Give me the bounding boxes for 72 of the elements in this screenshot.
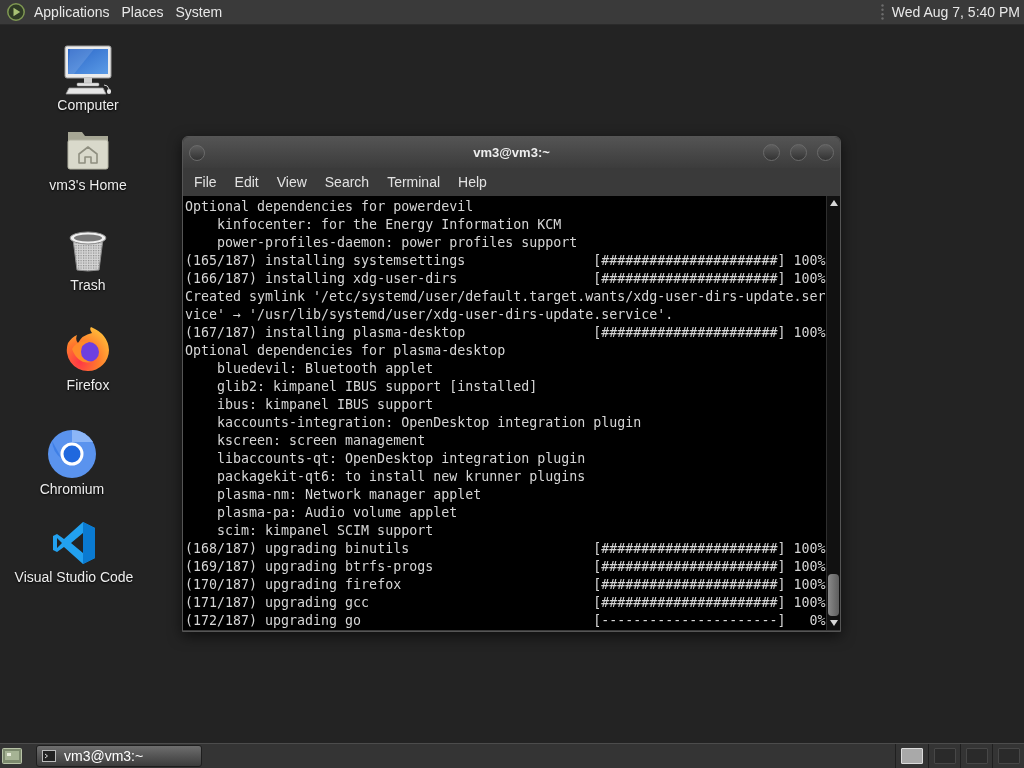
menu-item[interactable]: Search	[315, 170, 379, 194]
hash-marks-text: [######################]	[593, 541, 786, 556]
scrollbar-thumb[interactable]	[828, 574, 839, 616]
package-step-text: (165/187) installing systemsettings	[185, 253, 466, 268]
desktop-icon-label[interactable]: Visual Studio Code	[14, 568, 134, 586]
play-logo-icon[interactable]	[7, 3, 25, 21]
drag-handle-icon[interactable]	[880, 4, 884, 20]
clock-text[interactable]: Wed Aug 7, 5:40 PM	[891, 1, 1020, 23]
window-title: vm3@vm3:~	[473, 143, 550, 162]
menu-item[interactable]: Edit	[225, 170, 268, 194]
terminal-line: Optional dependencies for powerdevil	[185, 199, 474, 214]
terminal-line: Created symlink '/etc/systemd/user/default.target.wants/xdg-user-dirs-update.ser	[185, 289, 826, 304]
terminal-line: libaccounts-qt: OpenDesktop integration plugin	[217, 451, 586, 466]
package-step-text: (167/187) installing plasma-desktop	[185, 325, 466, 340]
package-step-text: (172/187) upgrading go	[185, 613, 362, 628]
hash-marks-text: [######################]	[593, 559, 786, 574]
menu-item[interactable]: View	[267, 170, 316, 194]
desktop-icon-label[interactable]: Trash	[70, 276, 106, 294]
menu-item[interactable]: Help	[449, 170, 496, 194]
percent-text: 100%	[793, 325, 826, 340]
hash-marks-text: [######################]	[593, 577, 786, 592]
percent-text: 0%	[809, 613, 826, 628]
percent-text: 100%	[793, 595, 826, 610]
package-step-text: (168/187) upgrading binutils	[185, 541, 410, 556]
percent-text: 100%	[793, 577, 826, 592]
terminal-icon	[42, 750, 56, 762]
desktop-icon-label[interactable]: Computer	[57, 96, 119, 114]
percent-text: 100%	[793, 271, 826, 286]
panel-menu[interactable]: Places	[115, 0, 170, 25]
desktop-icon-label[interactable]: Chromium	[39, 480, 105, 498]
desktop-icon-label[interactable]: Firefox	[66, 376, 110, 394]
desktop-icon[interactable]	[2, 747, 22, 765]
ring-logo-icon[interactable]	[48, 430, 96, 478]
hash-marks-text: [######################]	[593, 271, 786, 286]
hash-marks-text: [----------------------]	[593, 613, 786, 628]
up-arrow-icon[interactable]	[829, 200, 838, 206]
terminal-line: glib2: kimpanel IBUS support [installed]	[217, 379, 538, 394]
scrollbar[interactable]	[826, 196, 840, 630]
ribbon-logo-icon[interactable]	[52, 521, 96, 565]
terminal-line: plasma-pa: Audio volume applet	[217, 505, 458, 520]
terminal-line: kscreen: screen management	[217, 433, 426, 448]
monitor-icon[interactable]	[64, 45, 112, 95]
panel-menu[interactable]: System	[169, 0, 229, 25]
trash-can-icon[interactable]	[68, 230, 108, 272]
percent-text: 100%	[793, 253, 826, 268]
terminal-line: kaccounts-integration: OpenDesktop integration plugin	[217, 415, 642, 430]
percent-text: 100%	[793, 541, 826, 556]
package-step-text: (170/187) upgrading firefox	[185, 577, 402, 592]
terminal-line: vice' → '/usr/lib/systemd/user/xdg-user-dirs-update.service'.	[185, 307, 674, 322]
menu-item[interactable]: Terminal	[378, 170, 450, 194]
desktop-icon-label[interactable]: vm3's Home	[49, 176, 127, 194]
terminal-line: kinfocenter: for the Energy Information KCM	[217, 217, 562, 232]
terminal-line: Optional dependencies for plasma-desktop	[185, 343, 506, 358]
package-step-text: (171/187) upgrading gcc	[185, 595, 370, 610]
package-step-text: (169/187) upgrading btrfs-progs	[185, 559, 434, 574]
menu-item[interactable]: File	[185, 170, 226, 194]
terminal-line: scim: kimpanel SCIM support	[217, 523, 434, 538]
hash-marks-text: [######################]	[593, 325, 786, 340]
down-arrow-icon[interactable]	[829, 620, 838, 626]
terminal-line: power-profiles-daemon: power profiles support	[217, 235, 578, 250]
percent-text: 100%	[793, 559, 826, 574]
hash-marks-text: [######################]	[593, 595, 786, 610]
hash-marks-text: [######################]	[593, 253, 786, 268]
terminal-line: plasma-nm: Network manager applet	[217, 487, 482, 502]
terminal-line: bluedevil: Bluetooth applet	[217, 361, 434, 376]
terminal-line: ibus: kimpanel IBUS support	[217, 397, 434, 412]
taskbar-button[interactable]: vm3@vm3:~	[36, 745, 202, 767]
fox-globe-icon[interactable]	[65, 326, 111, 372]
panel-menu[interactable]: Applications	[28, 0, 116, 25]
package-step-text: (166/187) installing xdg-user-dirs	[185, 271, 458, 286]
terminal-line: packagekit-qt6: to install new krunner plugins	[217, 469, 586, 484]
home-folder-icon[interactable]	[66, 130, 110, 170]
